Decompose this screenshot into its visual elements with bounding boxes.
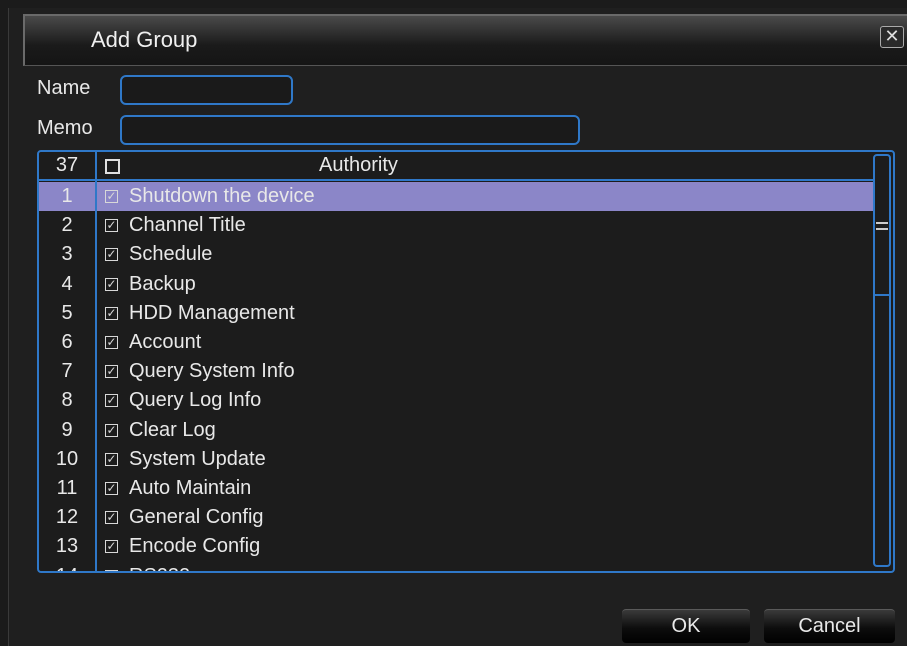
checkbox-icon[interactable]: ✓ xyxy=(105,219,118,233)
list-item[interactable]: 8 ✓ Query Log Info xyxy=(39,386,873,415)
checkbox-icon[interactable]: ✓ xyxy=(105,336,118,349)
checkbox-icon[interactable]: ✓ xyxy=(105,511,118,525)
name-input[interactable] xyxy=(120,75,293,105)
memo-input[interactable] xyxy=(120,115,580,145)
checkbox-icon[interactable]: ✓ xyxy=(105,482,118,495)
list-item[interactable]: 2 ✓ Channel Title xyxy=(39,211,873,240)
scrollbar-thumb[interactable] xyxy=(875,156,889,296)
select-all-checkbox[interactable] xyxy=(105,159,120,174)
item-label: Query System Info xyxy=(129,360,295,383)
item-label: Encode Config xyxy=(129,535,261,558)
item-label: Auto Maintain xyxy=(129,477,252,499)
item-label: Account xyxy=(129,331,202,353)
item-number: 10 xyxy=(55,447,79,470)
list-header: 37 Authority xyxy=(39,152,873,181)
title-bar: Add Group ✕ xyxy=(23,14,907,66)
item-number: 3 xyxy=(61,243,73,266)
item-number: 9 xyxy=(61,418,73,441)
checkbox-icon[interactable]: ✓ xyxy=(105,365,118,379)
item-label: Query Log Info xyxy=(129,389,262,412)
item-label: Schedule xyxy=(129,243,213,266)
item-label: General Config xyxy=(129,506,264,529)
ok-button[interactable]: OK xyxy=(622,609,750,643)
checkbox-icon[interactable]: ✓ xyxy=(105,306,118,320)
checkbox-icon[interactable]: ✓ xyxy=(105,248,118,262)
list-item[interactable]: 5 ✓ HDD Management xyxy=(39,299,873,328)
dialog-title: Add Group xyxy=(91,27,198,52)
item-number: 6 xyxy=(61,331,73,353)
checkbox-icon[interactable]: ✓ xyxy=(105,190,118,203)
checkbox-icon[interactable]: ✓ xyxy=(105,423,118,437)
item-label: HDD Management xyxy=(129,301,295,324)
item-label: System Update xyxy=(129,447,266,470)
item-label: Clear Log xyxy=(129,418,216,441)
item-number: 8 xyxy=(61,389,73,412)
column-divider xyxy=(95,152,97,571)
item-label: RS232 xyxy=(129,562,190,571)
list-item[interactable]: 10 ✓ System Update xyxy=(39,445,873,474)
item-count: 37 xyxy=(55,154,79,176)
list-item[interactable]: 11 ✓ Auto Maintain xyxy=(39,474,873,503)
name-label: Name xyxy=(37,77,91,99)
close-icon[interactable]: ✕ xyxy=(880,26,904,48)
list-item[interactable]: 1 ✓ Shutdown the device xyxy=(39,182,873,211)
checkbox-icon[interactable]: ✓ xyxy=(105,277,118,291)
memo-label: Memo xyxy=(37,117,93,139)
list-item[interactable]: 3 ✓ Schedule xyxy=(39,240,873,269)
checkbox-icon[interactable]: ✓ xyxy=(105,394,118,408)
grip-icon xyxy=(876,222,888,230)
list-scrollbar[interactable] xyxy=(873,154,891,567)
cancel-button[interactable]: Cancel xyxy=(764,609,895,643)
authority-column-header: Authority xyxy=(319,154,398,176)
item-number: 1 xyxy=(61,185,73,207)
item-number: 13 xyxy=(55,535,79,558)
item-label: Shutdown the device xyxy=(129,185,315,207)
item-number: 14 xyxy=(39,562,95,571)
list-item[interactable]: 12 ✓ General Config xyxy=(39,503,873,532)
list-item[interactable]: 4 ✓ Backup xyxy=(39,270,873,299)
list-item[interactable]: 13 ✓ Encode Config xyxy=(39,532,873,561)
checkbox-icon[interactable]: ✓ xyxy=(105,540,118,554)
item-label: Channel Title xyxy=(129,214,246,237)
list-item[interactable]: 14 ✓ RS232 xyxy=(39,562,873,571)
item-number: 5 xyxy=(61,301,73,324)
authority-list: 37 Authority 1 ✓ Shutdown the device 2 ✓ Chan… xyxy=(37,150,895,573)
item-number: 4 xyxy=(61,272,73,295)
list-item[interactable]: 7 ✓ Query System Info xyxy=(39,357,873,386)
checkbox-icon[interactable]: ✓ xyxy=(105,452,118,466)
item-number: 2 xyxy=(61,214,73,237)
item-number: 11 xyxy=(56,477,78,499)
checkbox-icon[interactable]: ✓ xyxy=(105,569,118,571)
item-label: Backup xyxy=(129,272,196,295)
item-number: 7 xyxy=(61,360,73,383)
item-number: 12 xyxy=(55,506,79,529)
list-item[interactable]: 6 ✓ Account xyxy=(39,328,873,357)
list-item[interactable]: 9 ✓ Clear Log xyxy=(39,416,873,445)
